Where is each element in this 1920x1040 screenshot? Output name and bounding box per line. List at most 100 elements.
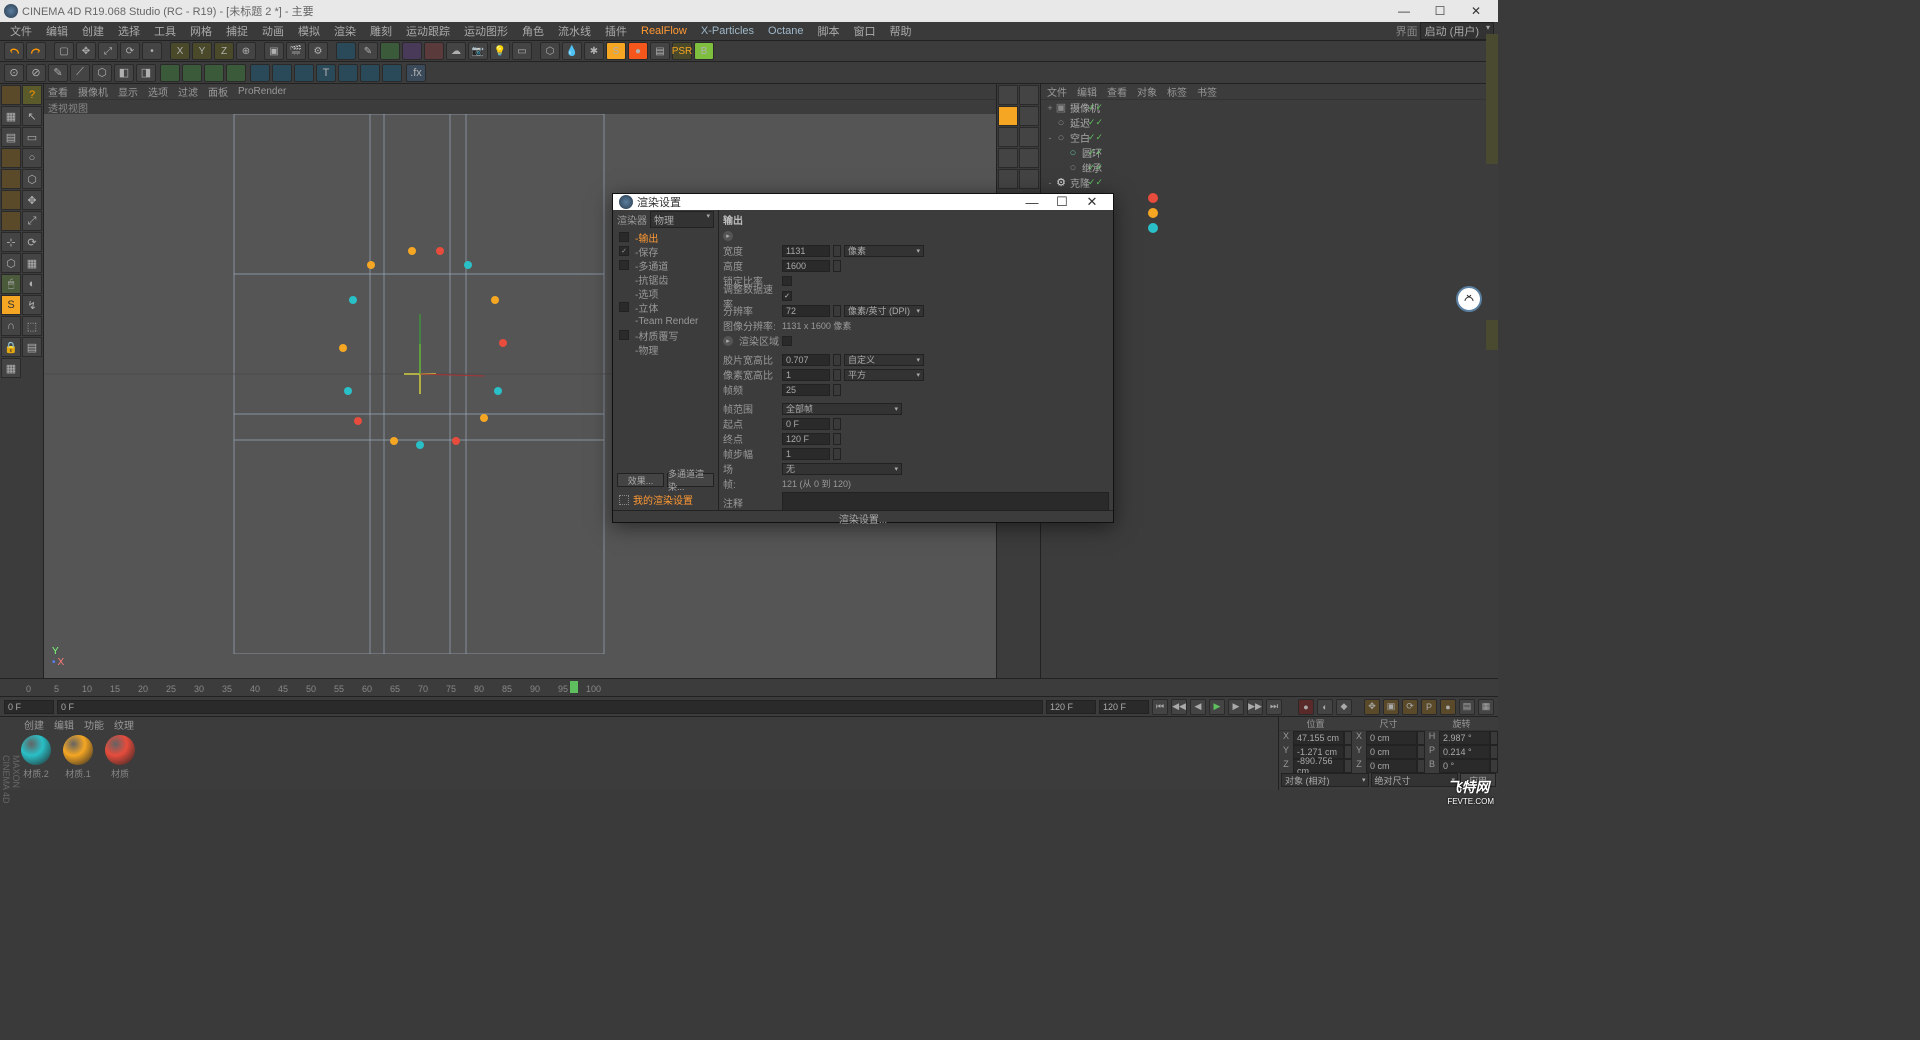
sphere-object[interactable] [390, 437, 398, 445]
pos-key-icon[interactable]: ✥ [1364, 699, 1380, 715]
vp-menu-选项[interactable]: 选项 [148, 84, 168, 99]
frame-range-dropdown[interactable]: 全部帧 [782, 403, 902, 415]
fracture-icon[interactable] [294, 64, 314, 82]
my-render-preset[interactable]: 我的渲染设置 [613, 489, 718, 510]
vp-menu-面板[interactable]: 面板 [208, 84, 228, 99]
sphere-object[interactable] [464, 261, 472, 269]
end-frame-b-field[interactable]: 120 F [1099, 700, 1149, 714]
deformer-button[interactable] [424, 42, 444, 60]
sphere-object[interactable] [436, 247, 444, 255]
lock-ratio-checkbox[interactable] [782, 276, 792, 286]
rot-B[interactable]: 0 ° [1439, 759, 1490, 773]
layout-dropdown[interactable]: 启动 (用户) [1420, 22, 1494, 40]
renderer-dropdown[interactable]: 物理 [650, 211, 714, 228]
multipass-button[interactable]: 多通道渲染... [667, 473, 714, 487]
sphere-object[interactable] [452, 437, 460, 445]
timeline-ruler[interactable]: 0510152025303540455055606570758085909510… [0, 678, 1498, 696]
vp-menu-显示[interactable]: 显示 [118, 84, 138, 99]
menu-捕捉[interactable]: 捕捉 [220, 23, 254, 39]
play-button[interactable]: ▶ [1209, 699, 1225, 715]
material-材质[interactable]: 材质 [102, 735, 138, 786]
render-settings-footer-button[interactable]: 渲染设置... [839, 511, 887, 526]
sphere-object[interactable] [408, 247, 416, 255]
rp-7[interactable] [998, 148, 1018, 168]
magnet-icon[interactable]: ∩ [1, 316, 21, 336]
rs-tree-材质覆写[interactable]: -材质覆写 [613, 328, 718, 342]
rs-tree-抗锯齿[interactable]: -抗锯齿 [613, 272, 718, 286]
tracer-icon[interactable] [338, 64, 358, 82]
menu-文件[interactable]: 文件 [4, 23, 38, 39]
render-view-button[interactable]: ▣ [264, 42, 284, 60]
sphere-object[interactable] [491, 296, 499, 304]
frame-step-field[interactable]: 1 [782, 448, 830, 460]
rp-3[interactable] [998, 106, 1018, 126]
render-settings-tree[interactable]: -输出✓-保存-多通道-抗锯齿-选项-立体-Team Render-材质覆写-物… [613, 228, 718, 471]
pos-Z[interactable]: -890.756 cm [1293, 759, 1344, 773]
end-frame-a-field[interactable]: 120 F [1046, 700, 1096, 714]
render-settings-icon[interactable]: ⚙ [308, 42, 328, 60]
viewport-solo-button[interactable]: ◐ [22, 274, 42, 294]
menu-动画[interactable]: 动画 [256, 23, 290, 39]
voronoi-icon[interactable] [382, 64, 402, 82]
close-button[interactable]: ✕ [1458, 0, 1494, 22]
menu-选择[interactable]: 选择 [112, 23, 146, 39]
array-icon[interactable] [160, 64, 180, 82]
sphere-object[interactable] [416, 441, 424, 449]
mat-tab-纹理[interactable]: 纹理 [114, 717, 134, 732]
sphere-object[interactable] [349, 296, 357, 304]
vp-menu-过滤[interactable]: 过滤 [178, 84, 198, 99]
menu-帮助[interactable]: 帮助 [884, 23, 918, 39]
scale-button[interactable]: ⤢ [98, 42, 118, 60]
rs-tree-选项[interactable]: -选项 [613, 286, 718, 300]
size-X[interactable]: 0 cm [1366, 731, 1417, 745]
plugin-b-icon[interactable]: B [694, 42, 714, 60]
sec-tool-3[interactable]: ✎ [48, 64, 68, 82]
light-button[interactable]: 💡 [490, 42, 510, 60]
rs-tree-Team Render[interactable]: -Team Render [613, 314, 718, 328]
snap-button[interactable]: ⬡ [1, 253, 21, 273]
menu-模拟[interactable]: 模拟 [292, 23, 326, 39]
scale-key-icon[interactable]: ▣ [1383, 699, 1399, 715]
object-圆环[interactable]: ○圆环✓✓ [1041, 145, 1498, 160]
workplane-button[interactable] [1, 148, 21, 168]
pointer-icon[interactable]: ↖ [22, 106, 42, 126]
point-mode-button[interactable] [1, 169, 21, 189]
adapt-data-rate-checkbox[interactable]: ✓ [782, 291, 792, 301]
right-tab-strip[interactable] [1486, 34, 1498, 164]
pla-key-icon[interactable]: ● [1440, 699, 1456, 715]
fps-field[interactable]: 25 [782, 384, 830, 396]
lock-icon[interactable]: 🔒 [1, 337, 21, 357]
poly-mode-button[interactable] [1, 211, 21, 231]
motext-icon[interactable]: T [316, 64, 336, 82]
generator-button[interactable] [402, 42, 422, 60]
menu-流水线[interactable]: 流水线 [552, 23, 597, 39]
sphere-object[interactable] [494, 387, 502, 395]
z-axis-button[interactable]: Z [214, 42, 234, 60]
rp-4[interactable] [1019, 106, 1039, 126]
sec-tool-2[interactable]: ⊘ [26, 64, 46, 82]
menu-运动图形[interactable]: 运动图形 [458, 23, 514, 39]
resolution-field[interactable]: 72 [782, 305, 830, 317]
rp-6[interactable] [1019, 127, 1039, 147]
menu-编辑[interactable]: 编辑 [40, 23, 74, 39]
psr-icon[interactable]: PSR [672, 42, 692, 60]
prev-frame-button[interactable]: ◀ [1190, 699, 1206, 715]
vp-menu-ProRender[interactable]: ProRender [238, 86, 286, 97]
s-button[interactable]: S [1, 295, 21, 315]
move-tool-icon[interactable]: ✥ [22, 190, 42, 210]
go-end-button[interactable]: ⏭ [1266, 699, 1282, 715]
spline-fx-icon[interactable]: .fx [406, 64, 426, 82]
end-frame-rs-field[interactable]: 120 F [782, 433, 830, 445]
dialog-titlebar[interactable]: 渲染设置 — ☐ ✕ [613, 194, 1113, 210]
rp-8[interactable] [1019, 148, 1039, 168]
om-menu-编辑[interactable]: 编辑 [1077, 84, 1097, 99]
menu-雕刻[interactable]: 雕刻 [364, 23, 398, 39]
script-icon[interactable]: ▤ [650, 42, 670, 60]
tl-dopesheet-icon[interactable]: ▦ [1478, 699, 1494, 715]
mat-tab-功能[interactable]: 功能 [84, 717, 104, 732]
right-tab-strip-2[interactable] [1486, 320, 1498, 350]
resolution-unit-dropdown[interactable]: 像素/英寸 (DPI) [844, 305, 924, 317]
mat-tool-icon[interactable]: ▦ [1, 358, 21, 378]
object-摄像机[interactable]: +▣摄像机✓✓ [1041, 100, 1498, 115]
next-frame-button[interactable]: ▶ [1228, 699, 1244, 715]
